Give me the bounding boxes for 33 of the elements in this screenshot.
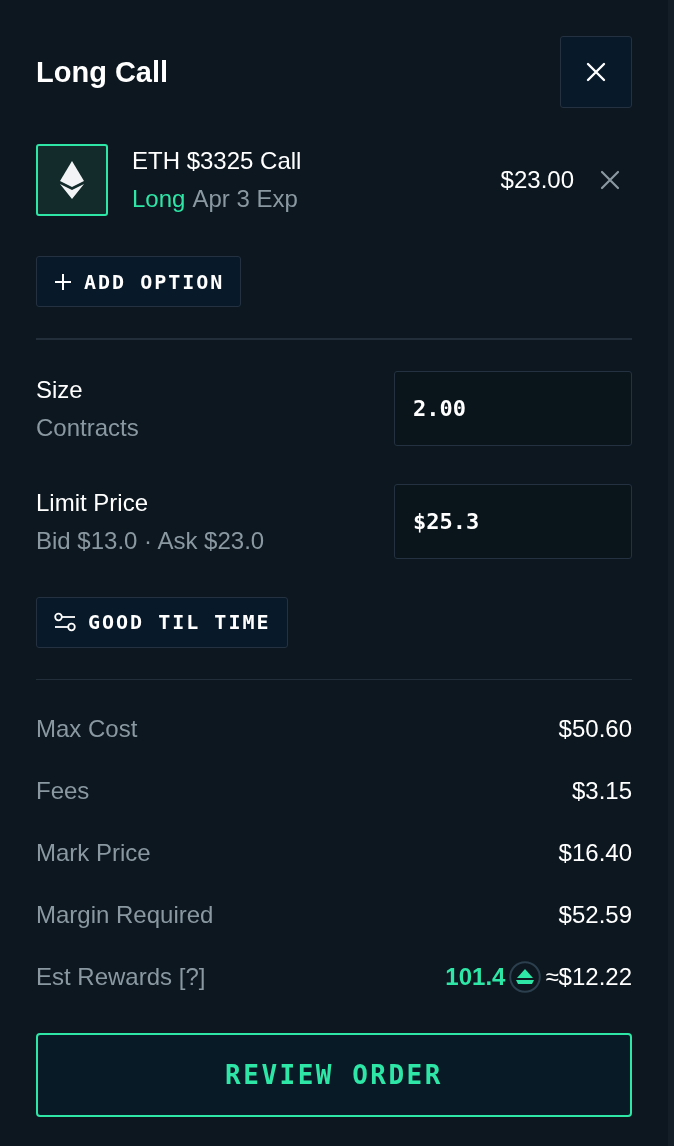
panel-title: Long Call	[36, 55, 169, 89]
close-button[interactable]	[560, 36, 632, 108]
close-icon	[586, 62, 606, 82]
field-label: Size	[36, 374, 84, 405]
add-option-button[interactable]: ADD OPTION	[36, 256, 242, 307]
option-side: Long	[132, 184, 186, 214]
review-order-button[interactable]: REVIEW ORDER	[36, 1033, 632, 1117]
summary-label: Mark Price	[36, 839, 151, 867]
input-field[interactable]: 2.00	[394, 371, 632, 446]
option-name: ETH $3325 Call	[132, 146, 303, 176]
remove-option-button[interactable]	[600, 170, 620, 190]
option-expiry: Apr 3 Exp	[192, 184, 298, 214]
good-til-time-button[interactable]: GOOD TIL TIME	[36, 596, 288, 648]
summary-label: Margin Required	[36, 901, 214, 929]
summary-value: $52.59	[558, 901, 632, 929]
reward-token-icon	[509, 961, 542, 993]
sliders-icon	[54, 612, 76, 632]
plus-icon	[54, 272, 72, 291]
summary-value: $16.40	[558, 839, 632, 867]
summary-value: $3.15	[571, 777, 632, 805]
option-price: $23.00	[500, 166, 574, 194]
field-label: Limit Price	[36, 487, 150, 518]
reward-value: ≈$12.22	[545, 963, 632, 991]
summary-label: Est Rewards [?]	[36, 963, 206, 991]
summary-label: Fees	[36, 777, 90, 805]
reward-points: 101.4	[445, 963, 506, 991]
input-field[interactable]: $25.3	[394, 484, 632, 559]
summary-value: $50.60	[558, 715, 632, 743]
field-hint: Bid $13.0 · Ask $23.0	[36, 525, 265, 556]
field-hint: Contracts	[36, 412, 139, 443]
ethereum-icon	[36, 144, 108, 216]
close-icon	[600, 170, 620, 190]
summary-label: Max Cost	[36, 715, 138, 743]
